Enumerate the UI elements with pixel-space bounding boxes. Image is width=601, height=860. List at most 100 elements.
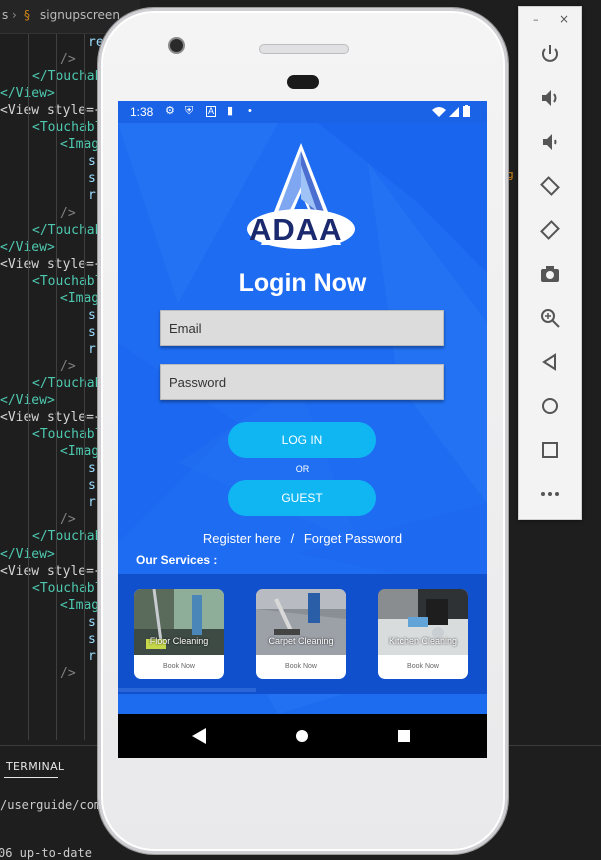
services-heading: Our Services :	[136, 553, 218, 567]
book-now-button[interactable]: Book Now	[134, 655, 224, 679]
code-line: <Imag	[60, 290, 99, 307]
emulator-toolbar: – ×	[518, 6, 582, 520]
code-text: s	[88, 307, 96, 323]
code-text: r	[88, 341, 96, 357]
services-carousel[interactable]: Floor Cleaning Book Now Carpet Cleaning …	[118, 574, 487, 694]
code-line: s	[88, 307, 96, 324]
code-text: r	[88, 495, 96, 511]
code-text: s	[88, 631, 96, 647]
status-bar: 1:38 ⚙ ⛨ A ▮ •	[118, 101, 487, 123]
password-placeholder: Password	[169, 375, 227, 390]
code-line: />	[60, 205, 76, 222]
back-icon[interactable]	[192, 728, 206, 744]
terminal-line: 06 up-to-date	[0, 846, 92, 860]
zoom-icon[interactable]	[539, 307, 561, 329]
book-now-button[interactable]: Book Now	[256, 655, 346, 679]
code-line: s	[88, 153, 96, 170]
home-icon[interactable]	[295, 728, 309, 744]
book-now-button[interactable]: Book Now	[378, 655, 468, 679]
phone-screen: 1:38 ⚙ ⛨ A ▮ • ADAA Login Now Email Pass…	[118, 101, 487, 758]
code-line: <View style={	[0, 409, 102, 426]
power-icon[interactable]	[539, 43, 561, 65]
code-text: s	[88, 171, 96, 187]
code-line: />	[60, 665, 76, 682]
code-text: <Touchabl	[32, 273, 103, 289]
password-field[interactable]: Password	[160, 364, 444, 400]
code-text: s	[88, 324, 96, 340]
code-text: <View style={	[0, 563, 102, 579]
terminal-tab-underline	[4, 777, 58, 778]
service-card-floor[interactable]: Floor Cleaning Book Now	[134, 589, 224, 679]
code-line: s	[88, 170, 96, 187]
rotate-left-icon[interactable]	[539, 175, 561, 197]
code-line: />	[60, 358, 76, 375]
guest-button[interactable]: GUEST	[228, 480, 376, 516]
login-button[interactable]: LOG IN	[228, 422, 376, 458]
code-text: />	[60, 512, 76, 528]
volume-up-icon[interactable]	[539, 87, 561, 109]
logo-text: ADAA	[249, 212, 343, 247]
terminal-tab[interactable]: TERMINAL	[6, 760, 64, 773]
gear-icon: ⚙	[165, 105, 175, 117]
lock-icon: ▮	[227, 105, 234, 117]
page-title: Login Now	[238, 269, 367, 297]
code-text: </Touchab	[32, 222, 103, 238]
code-line: </Touchab	[32, 222, 102, 239]
email-field[interactable]: Email	[160, 310, 444, 346]
terminal-line: /userguide/comm	[0, 798, 109, 812]
code-line: r	[88, 187, 96, 204]
code-text: <View style={	[0, 410, 102, 426]
breadcrumb-prefix[interactable]: s	[2, 8, 8, 22]
code-text: <Imag	[60, 137, 100, 153]
minimize-button[interactable]: –	[533, 13, 539, 26]
code-line: <Touchabl	[32, 273, 102, 290]
rotate-right-icon[interactable]	[539, 219, 561, 241]
code-line: s	[88, 614, 96, 631]
carousel-scrollbar[interactable]	[118, 688, 256, 692]
code-line: r	[88, 648, 96, 665]
code-line: <View style={	[0, 563, 102, 580]
indent-guide	[84, 34, 85, 740]
chevron-right-icon: ›	[12, 8, 17, 22]
code-text: <View style={	[0, 256, 102, 272]
code-text: s	[88, 461, 96, 477]
indent-guide	[28, 34, 29, 740]
service-card-kitchen[interactable]: Kitchen Cleaning Book Now	[378, 589, 468, 679]
forget-password-link[interactable]: Forget Password	[304, 531, 402, 546]
code-line: s	[88, 324, 96, 341]
breadcrumb-file[interactable]: signupscreen	[40, 8, 120, 22]
code-text: <Imag	[60, 290, 100, 306]
register-link[interactable]: Register here	[203, 531, 281, 546]
scm-marker: g	[507, 168, 514, 181]
code-text: <Touchabl	[32, 120, 103, 136]
code-text: />	[60, 205, 76, 221]
status-time: 1:38	[130, 105, 154, 119]
code-text: />	[60, 665, 76, 681]
more-icon[interactable]	[539, 483, 561, 505]
earpiece	[287, 75, 319, 89]
battery-icon	[463, 105, 470, 117]
overview-icon[interactable]	[539, 439, 561, 461]
overview-icon[interactable]	[397, 728, 411, 744]
code-line: <View style={	[0, 102, 102, 119]
back-icon[interactable]	[539, 351, 561, 373]
screenshot-icon[interactable]	[539, 263, 561, 285]
service-name: Floor Cleaning	[149, 636, 209, 646]
code-line: <Touchabl	[32, 119, 102, 136]
code-text: r	[88, 188, 96, 204]
code-text: s	[88, 478, 96, 494]
volume-down-icon[interactable]	[539, 131, 561, 153]
code-text: s	[88, 614, 96, 630]
service-card-carpet[interactable]: Carpet Cleaning Book Now	[256, 589, 346, 679]
code-line: </Touchab	[32, 68, 102, 85]
code-line: s	[88, 631, 96, 648]
code-text: <Imag	[60, 597, 100, 613]
service-name: Kitchen Cleaning	[388, 636, 458, 646]
android-nav-bar	[118, 714, 487, 758]
home-icon[interactable]	[539, 395, 561, 417]
email-placeholder: Email	[169, 321, 202, 336]
code-line: r	[88, 341, 96, 358]
service-name: Carpet Cleaning	[268, 636, 334, 646]
close-button[interactable]: ×	[559, 12, 569, 26]
code-line: <Imag	[60, 443, 99, 460]
